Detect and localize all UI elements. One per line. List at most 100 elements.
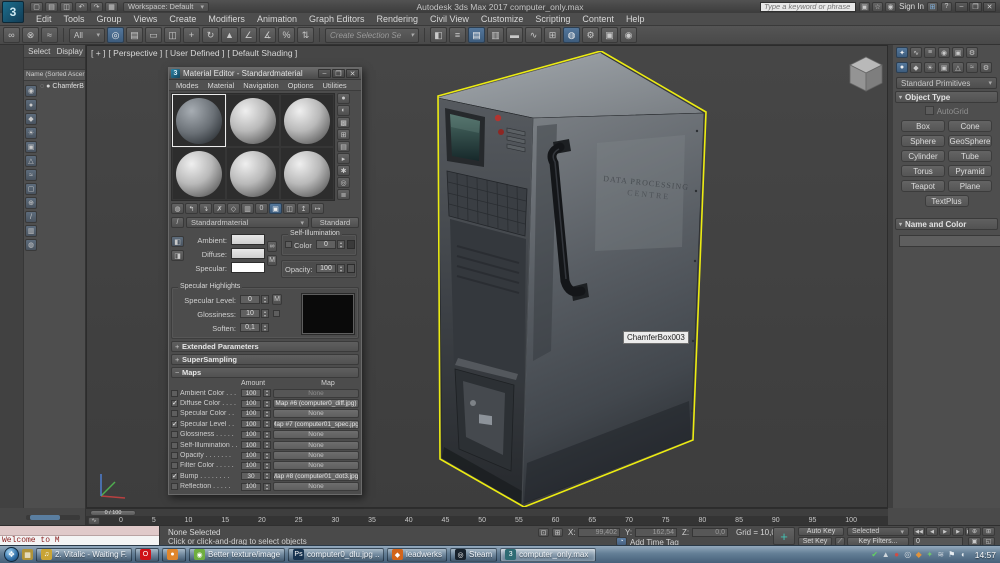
map-enable-checkbox[interactable]	[171, 462, 178, 470]
map-slot-button[interactable]: None	[273, 461, 359, 471]
scene-explorer-tab[interactable]: Display	[55, 45, 86, 57]
tray-app-orange-icon[interactable]: ◆	[914, 550, 924, 559]
map-enable-checkbox[interactable]	[171, 483, 178, 491]
map-enable-checkbox[interactable]	[171, 452, 178, 460]
material-name-dropdown[interactable]: Standardmaterial	[186, 217, 309, 228]
specular-level-value[interactable]: 0	[240, 295, 260, 304]
motion-tab-icon[interactable]: ◉	[938, 47, 950, 58]
object-type-button[interactable]: Teapot	[901, 180, 945, 192]
display-geometry-icon[interactable]: ●	[25, 99, 37, 111]
helpers-category-icon[interactable]: △	[952, 62, 964, 73]
scene-explorer-tab[interactable]: Select	[24, 45, 55, 57]
menu-item[interactable]: Scripting	[529, 14, 576, 24]
z-coordinate-field[interactable]: 0,0	[692, 528, 728, 537]
3dsmax-logo-icon[interactable]: 3	[2, 1, 24, 23]
autogrid-checkbox[interactable]: AutoGrid	[893, 103, 1000, 117]
map-amount-spinner[interactable]	[263, 409, 271, 418]
workspace-dropdown[interactable]: Workspace: Default	[123, 1, 209, 12]
time-slider[interactable]: 0 / 100	[86, 508, 888, 516]
material-editor-menu-item[interactable]: Utilities	[319, 80, 351, 90]
map-amount-field[interactable]: 30	[241, 472, 261, 481]
sample-slot[interactable]	[172, 147, 226, 200]
hide-toggle-icon[interactable]: ◌	[40, 83, 44, 90]
soften-spinner[interactable]	[261, 323, 269, 332]
select-object-icon[interactable]: ◎	[107, 27, 124, 43]
opacity-value[interactable]: 100	[316, 264, 336, 273]
display-bones-icon[interactable]: /	[25, 211, 37, 223]
self-illumination-checkbox[interactable]	[285, 241, 292, 248]
object-type-button[interactable]: Box	[901, 120, 945, 132]
put-to-scene-icon[interactable]: ↰	[185, 203, 198, 214]
exchange-apps-icon[interactable]: ⊞	[927, 1, 938, 12]
select-and-scale-icon[interactable]: ▲	[221, 27, 238, 43]
map-amount-field[interactable]: 100	[241, 430, 261, 439]
new-scene-icon[interactable]: ▢	[30, 1, 43, 12]
display-materials-icon[interactable]: ◍	[25, 239, 37, 251]
menu-item[interactable]: Edit	[30, 14, 58, 24]
map-amount-spinner[interactable]	[263, 441, 271, 450]
taskbar-button[interactable]: ◎ Steam	[450, 547, 498, 562]
open-mini-curve-editor-icon[interactable]: ∿	[88, 516, 100, 525]
self-illumination-swatch[interactable]	[347, 240, 355, 249]
display-all-icon[interactable]: ◉	[25, 85, 37, 97]
go-to-start-button[interactable]: ◀◀	[913, 527, 925, 536]
map-slot-button[interactable]: None	[273, 430, 359, 440]
selection-lock-icon[interactable]: ⊡	[538, 528, 549, 537]
auto-key-button[interactable]: Auto Key	[798, 527, 844, 536]
profile-icon[interactable]: ◉	[885, 1, 897, 12]
taskbar-button[interactable]: ♫ 2. Vitalic - Waiting F...	[36, 547, 132, 562]
map-amount-field[interactable]: 100	[241, 409, 261, 418]
extended-parameters-rollout[interactable]: Extended Parameters	[171, 341, 359, 352]
taskbar-button[interactable]: 3 computer_only.max ...	[500, 547, 597, 562]
tray-network-icon[interactable]: ≋	[936, 550, 946, 559]
minimize-button[interactable]: –	[318, 69, 331, 78]
sample-slot[interactable]	[280, 147, 334, 200]
object-name-input[interactable]	[899, 235, 1000, 247]
make-preview-icon[interactable]: ▸	[337, 153, 350, 164]
map-slot-button[interactable]: None	[273, 409, 359, 419]
object-type-button[interactable]: Plane	[948, 180, 992, 192]
display-tab-icon[interactable]: ▣	[952, 47, 964, 58]
object-type-rollout[interactable]: Object Type	[895, 91, 998, 103]
tray-steam-icon[interactable]: ◎	[903, 550, 913, 559]
maxscript-mini-listener[interactable]: Welcome to M	[0, 526, 160, 546]
primitives-category-dropdown[interactable]: Standard Primitives	[896, 77, 997, 89]
menu-item[interactable]: Civil View	[424, 14, 475, 24]
create-tab-icon[interactable]: ✦	[896, 47, 908, 58]
angle-snap-icon[interactable]: ∡	[259, 27, 276, 43]
get-material-icon[interactable]: ◍	[171, 203, 184, 214]
pick-material-eyedropper-icon[interactable]: /	[171, 217, 184, 228]
restore-button[interactable]: ❐	[332, 69, 345, 78]
tray-app-red-icon[interactable]: ●	[892, 550, 902, 559]
display-containers-icon[interactable]: ▥	[25, 225, 37, 237]
menu-item[interactable]: Help	[620, 14, 651, 24]
viewport-label-menu[interactable]: [ + ]	[91, 48, 105, 58]
select-and-move-icon[interactable]: +	[183, 27, 200, 43]
object-type-button[interactable]: Cylinder	[901, 150, 945, 162]
align-icon[interactable]: ≡	[449, 27, 466, 43]
menu-item[interactable]: Tools	[58, 14, 91, 24]
map-enable-checkbox[interactable]	[171, 400, 178, 408]
geometry-category-icon[interactable]: ●	[896, 62, 908, 73]
taskbar-button[interactable]: ◉ Better texture/image ...	[189, 547, 285, 562]
self-illumination-spinner[interactable]	[337, 240, 345, 249]
menu-item[interactable]: Views	[128, 14, 164, 24]
display-spacewarps-icon[interactable]: ≈	[25, 169, 37, 181]
go-to-parent-icon[interactable]: ↥	[297, 203, 310, 214]
close-button[interactable]: ✕	[346, 69, 359, 78]
modify-tab-icon[interactable]: ∿	[910, 47, 922, 58]
select-by-material-icon[interactable]: ◎	[337, 177, 350, 188]
options-icon[interactable]: ✱	[337, 165, 350, 176]
map-enable-checkbox[interactable]	[171, 420, 178, 428]
material-editor-titlebar[interactable]: 3 Material Editor - Standardmaterial – ❐ ✕	[169, 68, 361, 80]
display-cameras-icon[interactable]: ▣	[25, 141, 37, 153]
map-enable-checkbox[interactable]	[171, 410, 178, 418]
utilities-tab-icon[interactable]: ⚙	[966, 47, 978, 58]
unlink-selection-icon[interactable]: ⊗	[22, 27, 39, 43]
glossiness-map-checkbox[interactable]	[273, 310, 280, 317]
close-button[interactable]: ✕	[983, 1, 996, 12]
tray-antivirus-icon[interactable]: ✔	[870, 550, 880, 559]
map-slot-button[interactable]: None	[273, 482, 359, 492]
cameras-category-icon[interactable]: ▣	[938, 62, 950, 73]
rectangular-selection-region-icon[interactable]: ▭	[145, 27, 162, 43]
